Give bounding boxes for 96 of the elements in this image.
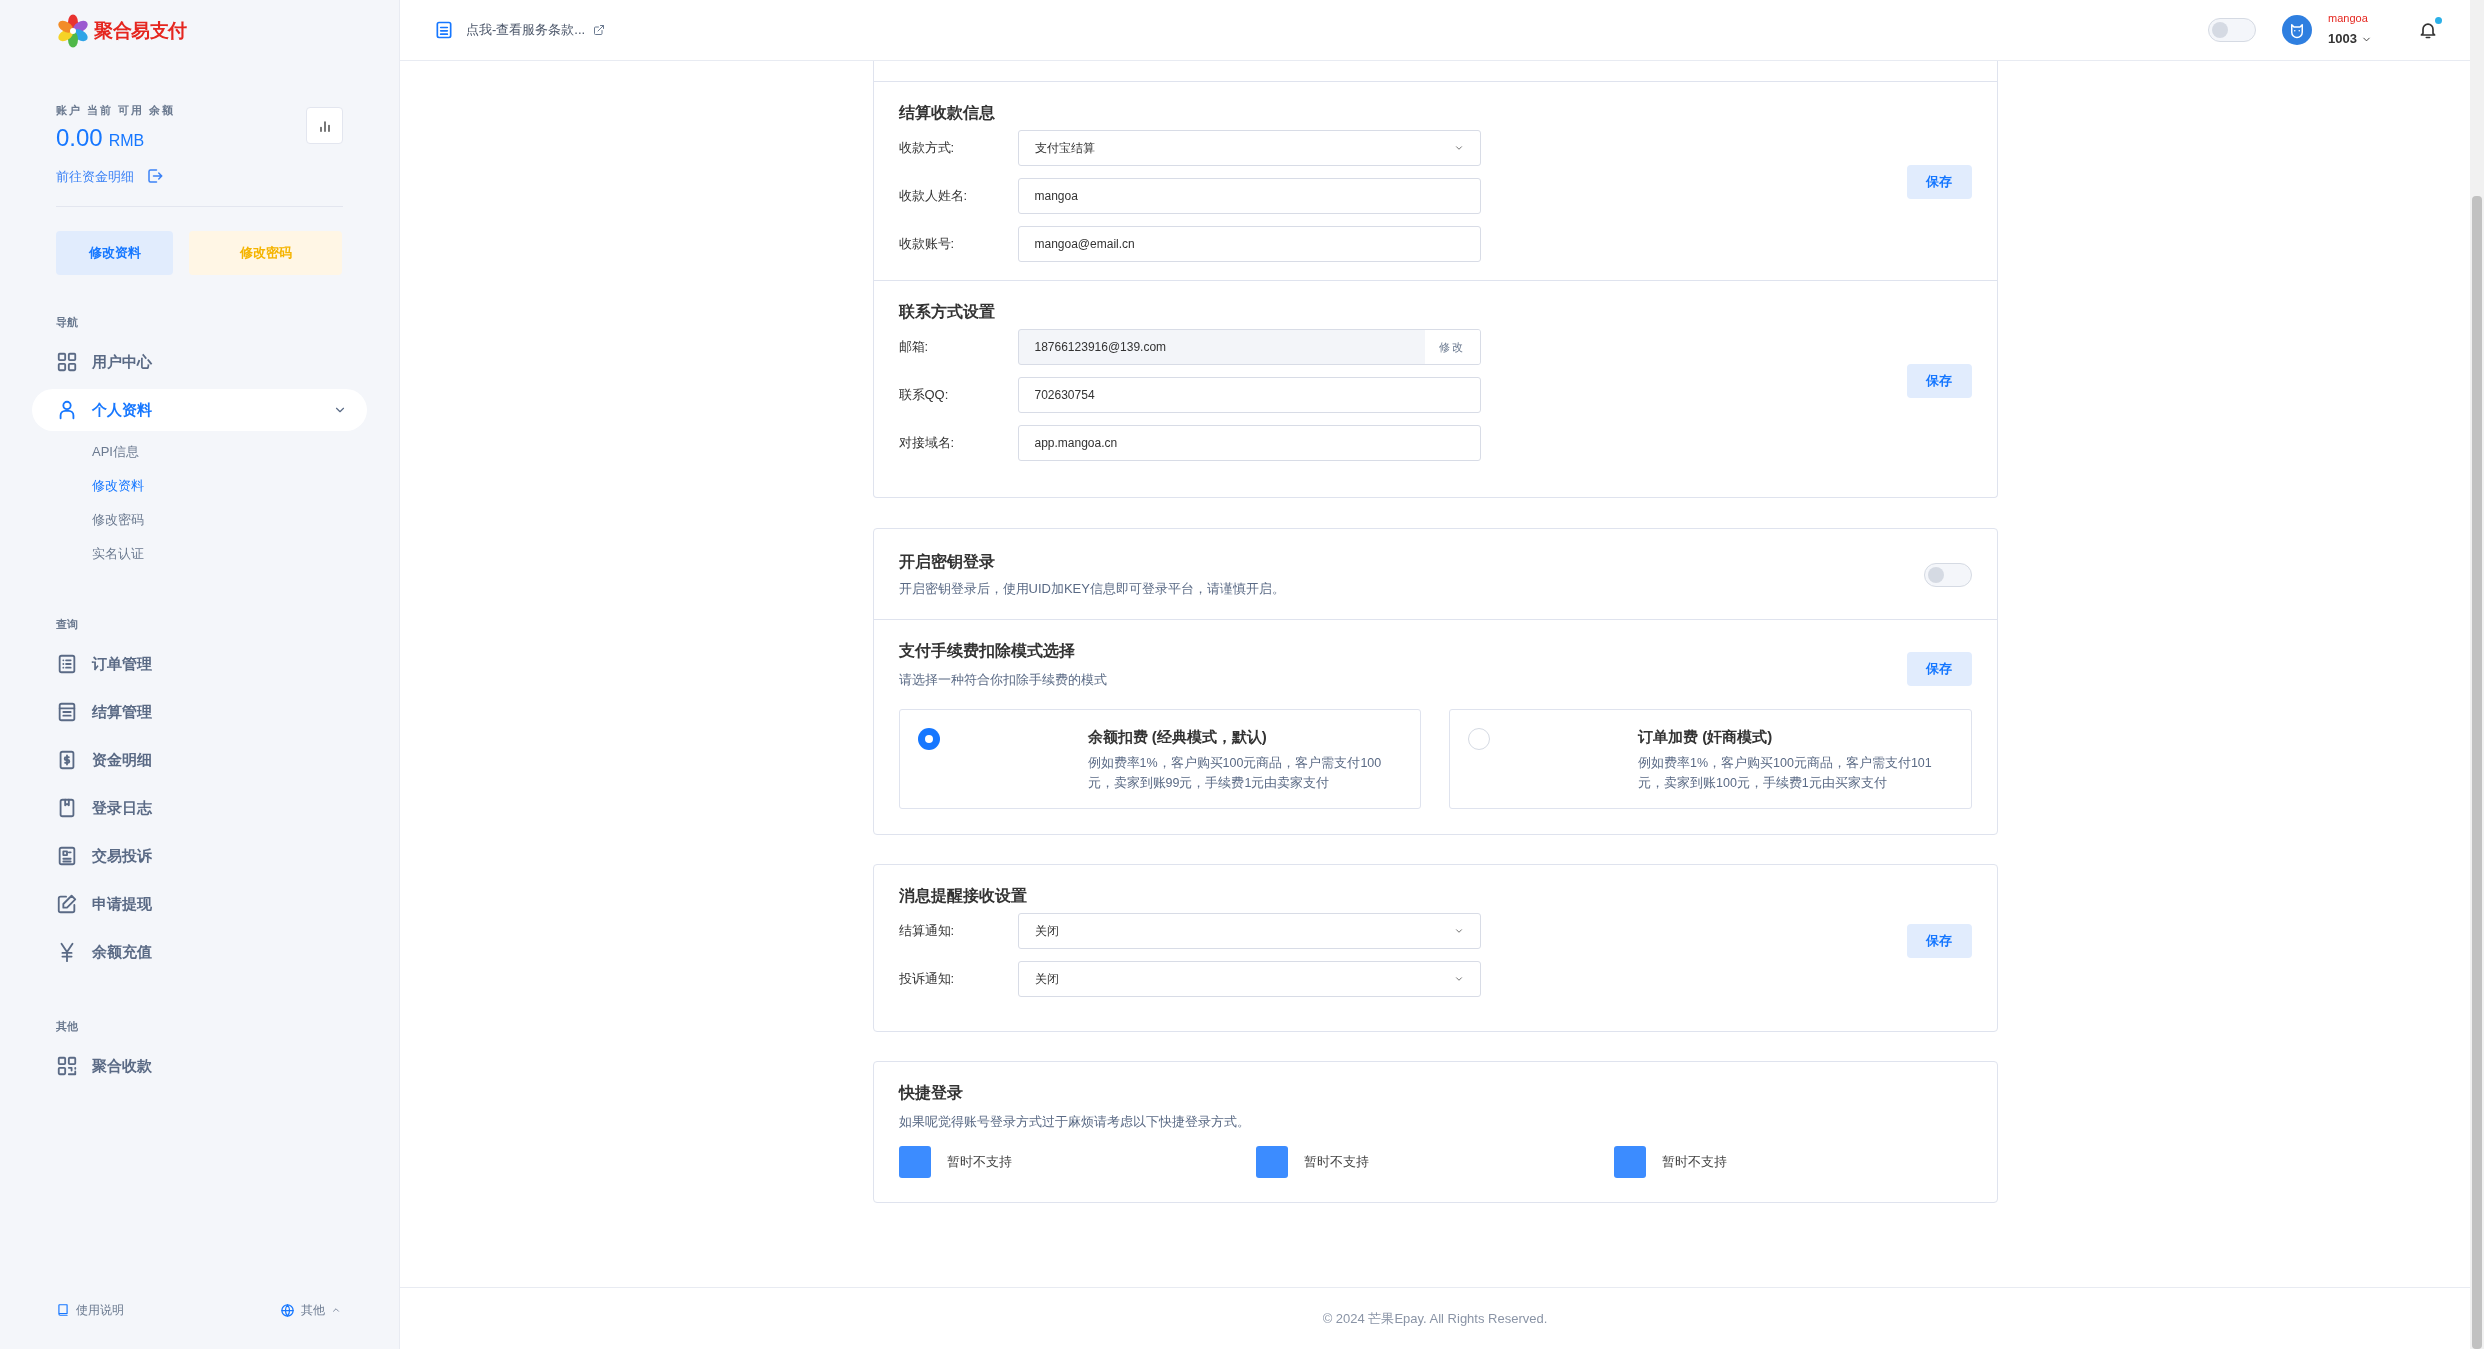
chevron-up-icon [331, 1305, 341, 1315]
nav-item[interactable]: 申请提现 [32, 883, 367, 925]
save-button[interactable]: 保存 [1906, 364, 1972, 398]
save-button[interactable]: 保存 [1906, 651, 1972, 686]
document-icon [56, 845, 78, 867]
chevron-down-icon [1453, 143, 1464, 153]
nav-item[interactable]: 余额充值 [32, 931, 367, 973]
field-label: 收款账号: [898, 235, 956, 254]
nav-item[interactable]: 聚合收款 [32, 1045, 367, 1087]
chart-button[interactable] [306, 107, 343, 144]
nav-item[interactable]: 结算管理 [32, 691, 367, 733]
locked-field: 18766123916@139.com 修改 [1017, 329, 1481, 365]
field-label: 对接域名: [898, 434, 956, 453]
section-title: 联系方式设置 [898, 302, 996, 322]
option-title: 订单加费 (奸商模式) [1638, 727, 1774, 747]
funds-detail-link[interactable]: 前往资金明细 [56, 166, 134, 186]
scrollbar-thumb[interactable] [2472, 196, 2482, 1349]
nav-item[interactable]: 个人资料 [32, 389, 367, 431]
external-link-icon [593, 24, 606, 36]
nav-heading: 查询 [55, 616, 79, 632]
option-description: 例如费率1%，客户购买100元商品，客户需支付101元，卖家到账100元，手续费1元由买家支付 [1638, 754, 1933, 792]
theme-toggle[interactable] [2208, 18, 2257, 42]
user-name: mangoa [2328, 11, 2368, 26]
balance-amount: 0.00 [56, 122, 103, 153]
section-title: 快捷登录 [898, 1083, 964, 1103]
login-method-label: 暂时不支持 [1304, 1152, 1370, 1171]
field-label: 联系QQ: [898, 386, 950, 405]
user-id: 1003 [2328, 30, 2357, 49]
nav-subitem[interactable]: 修改密码 [92, 503, 399, 537]
qr-icon [56, 1055, 78, 1077]
nav-heading: 其他 [55, 1018, 79, 1034]
section-description: 请选择一种符合你扣除手续费的模式 [898, 670, 1107, 689]
login-method-label: 暂时不支持 [1661, 1152, 1727, 1171]
section-title: 消息提醒接收设置 [898, 886, 1028, 906]
option-title: 余额扣费 (经典模式，默认) [1087, 727, 1268, 747]
edit-button[interactable]: 修改 [1424, 330, 1480, 364]
field-label: 投诉通知: [898, 970, 956, 989]
field-label: 收款方式: [898, 139, 956, 158]
radio-button[interactable] [1468, 728, 1490, 750]
input-field[interactable]: app.mangoa.cn [1017, 425, 1481, 461]
input-field[interactable]: 702630754 [1017, 377, 1481, 413]
logo-text: 聚合易支付 [94, 18, 187, 43]
help-link[interactable]: 使用说明 [56, 1301, 124, 1319]
login-method-icon[interactable] [898, 1145, 931, 1178]
section-description: 如果呢觉得账号登录方式过于麻烦请考虑以下快捷登录方式。 [898, 1113, 1251, 1131]
radio-button[interactable] [917, 728, 940, 750]
nav-subitem[interactable]: API信息 [92, 435, 399, 469]
chevron-down-icon [1453, 974, 1464, 984]
bell-icon [2418, 20, 2438, 40]
option-description: 例如费率1%，客户购买100元商品，客户需支付100元，卖家到账99元，手续费1元由卖家支付 [1087, 754, 1383, 792]
balance-label: 账户 当前 可用 余额 [56, 103, 176, 118]
section-title: 结算收款信息 [898, 103, 996, 123]
currency-unit: RMB [108, 130, 145, 151]
flower-logo-icon [56, 14, 90, 48]
nav-item[interactable]: 登录日志 [32, 787, 367, 829]
language-button[interactable]: 其他 [280, 1301, 341, 1319]
exit-icon [146, 167, 164, 186]
nav-item[interactable]: 订单管理 [32, 643, 367, 685]
book-icon [56, 1303, 70, 1317]
section-title: 支付手续费扣除模式选择 [898, 640, 1076, 661]
save-button[interactable]: 保存 [1906, 165, 1972, 199]
nav-item[interactable]: 资金明细 [32, 739, 367, 781]
section-title: 开启密钥登录 [898, 552, 996, 572]
nav-item[interactable]: 交易投诉 [32, 835, 367, 877]
save-button[interactable]: 保存 [1906, 924, 1972, 958]
field-label: 收款人姓名: [898, 187, 969, 206]
login-method-label: 暂时不支持 [946, 1152, 1012, 1171]
select-field[interactable]: 关闭 [1017, 913, 1481, 949]
login-method-icon[interactable] [1613, 1145, 1646, 1178]
terms-link[interactable]: 点我-查看服务条款... [466, 20, 586, 40]
input-field[interactable]: mangoa@email.cn [1017, 226, 1481, 262]
key-login-toggle[interactable] [1923, 562, 1972, 587]
section-description: 开启密钥登录后，使用UID加KEY信息即可登录平台，请谨慎开启。 [898, 580, 1285, 598]
notification-button[interactable] [2418, 19, 2440, 41]
select-field[interactable]: 关闭 [1017, 961, 1481, 997]
table-icon [56, 701, 78, 723]
option-card[interactable]: 余额扣费 (经典模式，默认) 例如费率1%，客户购买100元商品，客户需支付100元，卖家到账99元，手续费1元由卖家支付 [898, 709, 1421, 809]
globe-icon [280, 1302, 295, 1318]
list-icon [434, 20, 454, 40]
select-field[interactable]: 支付宝结算 [1017, 130, 1481, 166]
chevron-down-icon [1453, 926, 1464, 936]
grid-icon [56, 351, 78, 373]
list-icon [56, 653, 78, 675]
login-method-icon[interactable] [1256, 1145, 1289, 1178]
nav-heading: 导航 [55, 314, 79, 330]
input-field[interactable]: mangoa [1017, 178, 1481, 214]
option-card[interactable]: 订单加费 (奸商模式) 例如费率1%，客户购买100元商品，客户需支付101元，卖家到账100元，手续费1元由买家支付 [1449, 709, 1972, 809]
nav-item[interactable]: 用户中心 [32, 341, 367, 383]
edit-icon [56, 893, 78, 915]
copyright-text: © 2024 芒果Epay. All Rights Reserved. [1322, 1309, 1548, 1328]
user-menu[interactable]: mangoa 1003 [2328, 11, 2372, 49]
profile-button[interactable]: 修改资料 [56, 231, 173, 275]
field-label: 邮箱: [898, 338, 930, 357]
nav-subitem[interactable]: 实名认证 [92, 537, 399, 571]
field-label: 结算通知: [898, 922, 956, 941]
nav-subitem[interactable]: 修改资料 [92, 469, 399, 503]
